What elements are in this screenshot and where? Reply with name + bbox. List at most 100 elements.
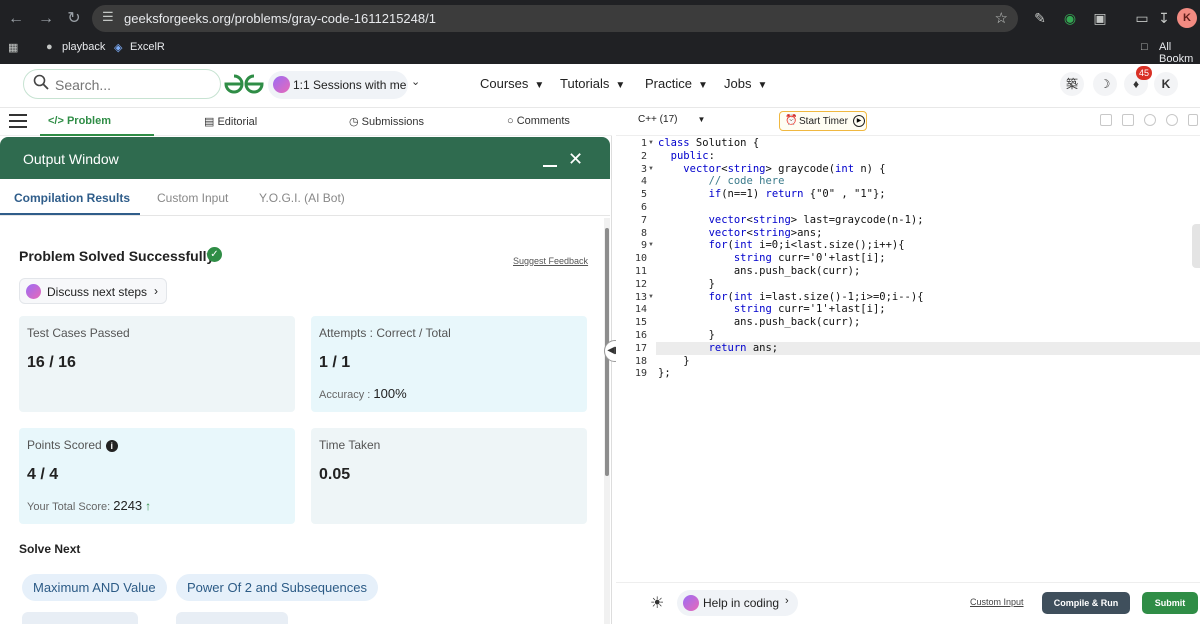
url-text: geeksforgeeks.org/problems/gray-code-161…: [124, 11, 436, 26]
comment-icon: ○: [507, 115, 517, 127]
line-number: 3: [640, 163, 647, 175]
ai-avatar-icon: [26, 284, 41, 299]
nav-jobs[interactable]: Jobs ▼: [724, 76, 767, 91]
tab-comments[interactable]: ○ Comments: [507, 115, 570, 127]
line-number: 2: [640, 150, 647, 162]
tab-submissions[interactable]: ◷ Submissions: [349, 115, 424, 128]
translate-icon[interactable]: 築: [1060, 72, 1084, 96]
help-in-coding-button[interactable]: Help in coding ›: [677, 590, 798, 616]
points-card: Points Scored i 4 / 4 Your Total Score: 2…: [19, 428, 295, 524]
line-number: 11: [634, 266, 647, 277]
line-number: 19: [634, 368, 647, 380]
import-icon[interactable]: [1122, 114, 1134, 126]
fullscreen-icon[interactable]: [1188, 114, 1198, 126]
tab-label: Comments: [516, 115, 570, 127]
start-timer-label: Start Timer: [799, 116, 848, 127]
gfg-logo-icon[interactable]: [224, 73, 264, 95]
compile-run-button[interactable]: Compile & Run: [1042, 592, 1130, 614]
chevron-down-icon: ▼: [615, 80, 626, 91]
language-select[interactable]: C++ (17) ▼: [638, 114, 705, 125]
attempts-card: Attempts : Correct / Total 1 / 1 Accurac…: [311, 316, 587, 412]
copy-icon[interactable]: [1100, 114, 1112, 126]
tab-compilation-results[interactable]: Compilation Results: [14, 191, 130, 205]
bookmark-playback[interactable]: playback: [62, 41, 105, 53]
problem-tabbar: </> Problem ▤ Editorial ◷ Submissions ○ …: [0, 108, 612, 136]
extension-icon[interactable]: ◉: [1060, 8, 1080, 28]
apps-icon[interactable]: ▦: [8, 41, 18, 54]
reload-icon[interactable]: ↻: [64, 9, 84, 29]
output-window-header: Output Window ✕: [0, 137, 610, 179]
address-bar[interactable]: ☰ geeksforgeeks.org/problems/gray-code-1…: [92, 5, 1018, 32]
tab-editorial[interactable]: ▤ Editorial: [204, 115, 257, 128]
clock-icon: ◷: [349, 116, 362, 128]
mentor-avatar: [273, 76, 290, 93]
line-number: 13: [634, 291, 647, 303]
code-line: if(n==1) return {"0" , "1"};: [708, 188, 886, 201]
code-line: // code here: [658, 175, 785, 188]
discuss-next-steps-button[interactable]: Discuss next steps ›: [19, 278, 167, 304]
time-card: Time Taken 0.05: [311, 428, 587, 524]
cast-icon[interactable]: ▭: [1132, 8, 1152, 28]
eyedropper-icon[interactable]: ✎: [1030, 8, 1050, 28]
chevron-down-icon: ▼: [697, 80, 708, 91]
bookmark-excelr[interactable]: ExcelR: [130, 41, 165, 53]
tab-label: Problem: [66, 115, 111, 127]
code-editor[interactable]: 1 ▼ 2 3 ▼ 4 5 6 7 8 9 ▼ 10 11 12 13 ▼ 14 15 16 17 18 19 class …: [616, 136, 1200, 582]
notification-badge: 45: [1136, 66, 1152, 80]
back-icon[interactable]: ←: [6, 9, 26, 29]
solve-next-chip[interactable]: Power Of 2 and Subsequences: [176, 574, 378, 601]
tab-custom-input[interactable]: Custom Input: [157, 191, 228, 205]
puzzle-icon[interactable]: ▣: [1090, 8, 1110, 28]
globe-icon: ●: [46, 41, 53, 53]
fold-arrow-icon[interactable]: ▼: [648, 291, 656, 304]
dark-mode-icon[interactable]: ☽: [1093, 72, 1117, 96]
all-bookmarks[interactable]: All Bookm: [1159, 41, 1200, 65]
folder-icon: □: [1141, 41, 1148, 53]
fold-arrow-icon[interactable]: ▼: [648, 163, 656, 176]
play-icon: ▶: [853, 115, 865, 127]
forward-icon[interactable]: →: [36, 9, 56, 29]
tab-yogi-ai-bot[interactable]: Y.O.G.I. (AI Bot): [259, 191, 345, 205]
sessions-label: 1:1 Sessions with me: [293, 78, 407, 92]
site-settings-icon[interactable]: ☰: [102, 9, 114, 25]
chevron-down-icon: ▼: [757, 80, 768, 91]
code-line: vector<string>ans;: [708, 226, 823, 239]
bookmark-star-icon[interactable]: ☆: [995, 9, 1008, 27]
close-icon[interactable]: ✕: [568, 150, 583, 168]
sessions-button[interactable]: 1:1 Sessions with me: [268, 71, 408, 99]
search-icon: [33, 74, 49, 90]
solve-next-chip[interactable]: Maximum AND Value: [22, 574, 167, 601]
line-number: 10: [634, 253, 647, 265]
language-value: C++ (17): [638, 114, 678, 125]
test-cases-value: 16 / 16: [27, 354, 76, 371]
ai-avatar-icon: [683, 595, 699, 611]
editor-scrollbar[interactable]: [1192, 224, 1200, 268]
user-avatar[interactable]: K: [1154, 72, 1178, 96]
fold-arrow-icon[interactable]: ▼: [648, 137, 656, 150]
chip-placeholder: [22, 612, 138, 624]
fold-arrow-icon[interactable]: ▼: [648, 239, 656, 252]
search-input[interactable]: [55, 75, 205, 95]
code-line: vector<string> last=graycode(n-1);: [708, 213, 924, 226]
nav-courses[interactable]: Courses ▼: [480, 76, 544, 91]
custom-input-link[interactable]: Custom Input: [970, 597, 1024, 607]
reset-icon[interactable]: [1166, 114, 1178, 126]
points-label: Points Scored: [27, 438, 102, 452]
tab-problem[interactable]: </> Problem: [48, 115, 111, 127]
nav-tutorials[interactable]: Tutorials ▼: [560, 76, 625, 91]
download-icon[interactable]: ↧: [1154, 8, 1174, 28]
menu-icon[interactable]: [9, 114, 27, 128]
lightbulb-icon[interactable]: ☀: [650, 593, 664, 613]
suggest-feedback-link[interactable]: Suggest Feedback: [513, 256, 588, 266]
minimize-icon[interactable]: [543, 165, 557, 167]
settings-icon[interactable]: [1144, 114, 1156, 126]
chevron-down-icon[interactable]: ⌄: [411, 75, 420, 88]
submit-button[interactable]: Submit: [1142, 592, 1198, 614]
nav-label: Tutorials: [560, 76, 610, 91]
profile-avatar[interactable]: K: [1177, 8, 1197, 28]
line-number: 8: [640, 227, 647, 239]
search-box[interactable]: [23, 69, 221, 99]
start-timer-button[interactable]: ⏰ Start Timer ▶: [779, 111, 867, 131]
nav-practice[interactable]: Practice ▼: [645, 76, 708, 91]
info-icon[interactable]: i: [105, 440, 118, 452]
